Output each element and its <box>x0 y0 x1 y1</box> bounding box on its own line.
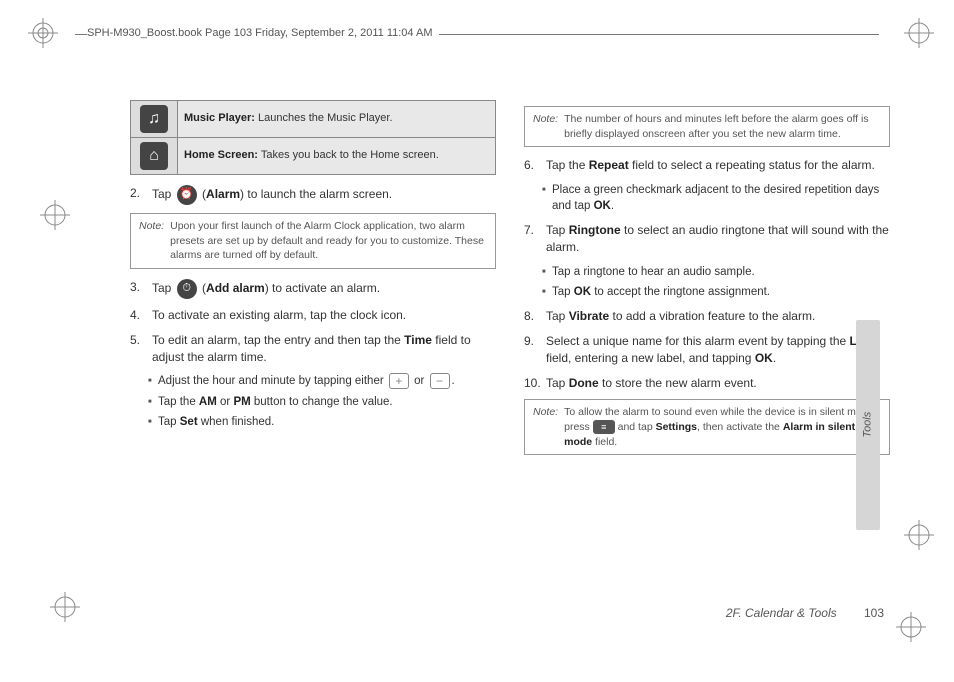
note-box: Note: Upon your first launch of the Alar… <box>130 213 496 269</box>
note-label: Note: <box>533 405 558 449</box>
minus-icon: − <box>430 373 450 389</box>
step-10: 10. Tap Done to store the new alarm even… <box>524 375 890 392</box>
footer-section: 2F. Calendar & Tools <box>726 606 837 620</box>
row-label: Home Screen: <box>184 149 258 161</box>
reg-mark-icon <box>896 612 926 642</box>
row-desc: Takes you back to the Home screen. <box>261 149 439 161</box>
note-text: To allow the alarm to sound even while t… <box>564 405 881 449</box>
step-9: 9. Select a unique name for this alarm e… <box>524 333 890 367</box>
side-tab-label: Tools <box>860 412 875 438</box>
page-number: 103 <box>864 606 884 620</box>
step-7: 7. Tap Ringtone to select an audio ringt… <box>524 222 890 256</box>
icon-table: ♫ Music Player: Launches the Music Playe… <box>130 100 496 175</box>
page-footer: 2F. Calendar & Tools 103 <box>726 605 884 622</box>
menu-icon: ≡ <box>593 420 615 434</box>
plus-icon: + <box>389 373 409 389</box>
row-desc: Launches the Music Player. <box>258 112 393 124</box>
header-text: SPH-M930_Boost.book Page 103 Friday, Sep… <box>87 26 439 41</box>
note-box: Note: To allow the alarm to sound even w… <box>524 399 890 455</box>
step-2: 2. Tap ⏰ (Alarm) to launch the alarm scr… <box>130 185 496 205</box>
row-label: Music Player: <box>184 112 255 124</box>
substep: Place a green checkmark adjacent to the … <box>542 182 890 214</box>
reg-mark-icon <box>28 18 58 48</box>
note-text: Upon your first launch of the Alarm Cloc… <box>170 219 487 263</box>
table-row: ♫ Music Player: Launches the Music Playe… <box>131 101 496 138</box>
substep: Tap the AM or PM button to change the va… <box>148 394 496 410</box>
step-5: 5. To edit an alarm, tap the entry and t… <box>130 332 496 366</box>
reg-mark-icon <box>904 18 934 48</box>
right-column: Note: The number of hours and minutes le… <box>524 100 890 580</box>
substep: Tap OK to accept the ringtone assignment… <box>542 284 890 300</box>
substep: Tap Set when finished. <box>148 414 496 430</box>
step-6: 6. Tap the Repeat field to select a repe… <box>524 157 890 174</box>
step-4: 4. To activate an existing alarm, tap th… <box>130 307 496 324</box>
note-text: The number of hours and minutes left bef… <box>564 112 881 141</box>
step-3: 3. Tap ⏱ (Add alarm) to activate an alar… <box>130 279 496 299</box>
home-icon: ⌂ <box>140 142 168 170</box>
add-alarm-icon: ⏱ <box>177 279 197 299</box>
substep: Tap a ringtone to hear an audio sample. <box>542 264 890 280</box>
left-column: ♫ Music Player: Launches the Music Playe… <box>130 100 496 580</box>
music-icon: ♫ <box>140 105 168 133</box>
note-label: Note: <box>139 219 164 263</box>
step-8: 8. Tap Vibrate to add a vibration featur… <box>524 308 890 325</box>
reg-mark-icon <box>904 520 934 550</box>
note-label: Note: <box>533 112 558 141</box>
reg-mark-icon <box>50 592 80 622</box>
substep: Adjust the hour and minute by tapping ei… <box>148 373 496 389</box>
page-header: SPH-M930_Boost.book Page 103 Friday, Sep… <box>75 20 879 48</box>
note-box: Note: The number of hours and minutes le… <box>524 106 890 147</box>
table-row: ⌂ Home Screen: Takes you back to the Hom… <box>131 138 496 175</box>
side-tab: Tools <box>856 320 880 530</box>
reg-mark-icon <box>40 200 70 230</box>
alarm-icon: ⏰ <box>177 185 197 205</box>
